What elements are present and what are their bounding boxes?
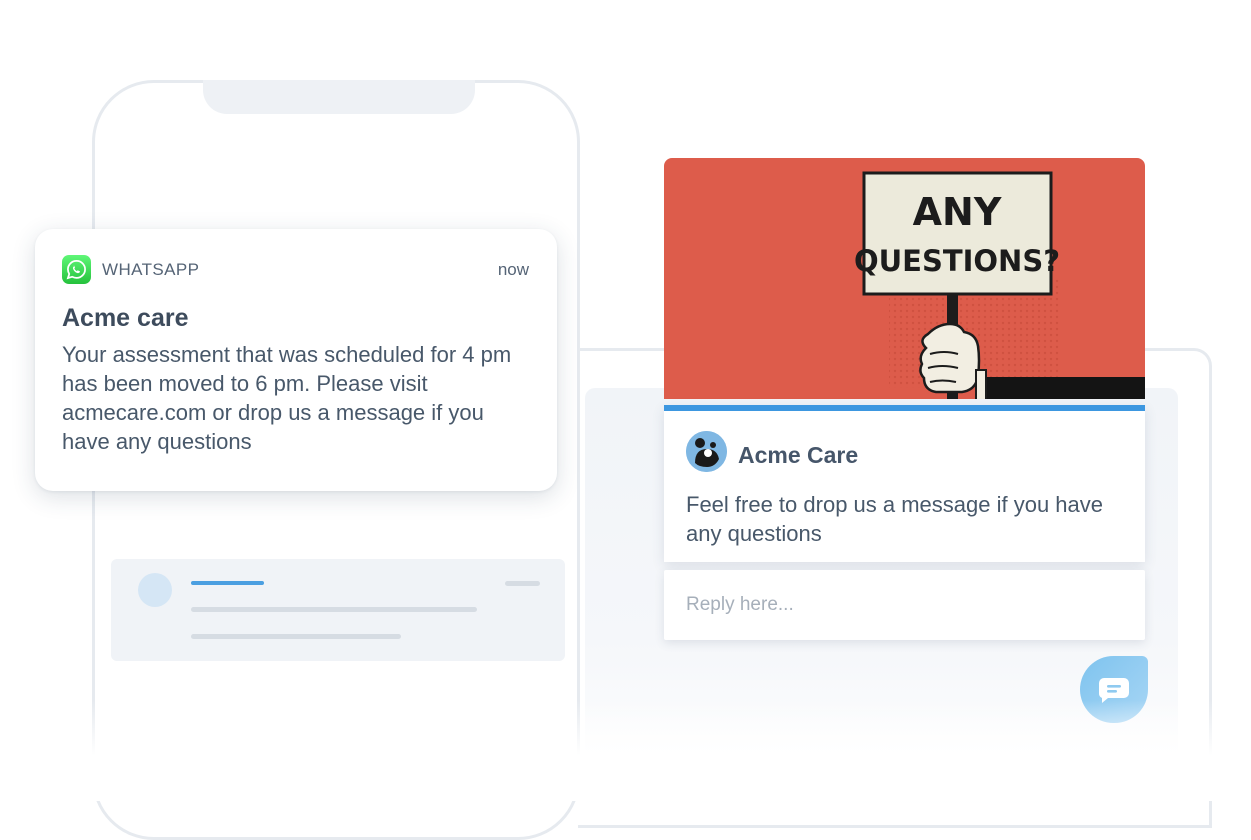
notification-body: Your assessment that was scheduled for 4… bbox=[62, 342, 512, 454]
chat-sender-name: Acme Care bbox=[738, 442, 859, 468]
placeholder-line-accent bbox=[191, 581, 264, 585]
sign-line-1: ANY bbox=[913, 190, 1002, 234]
notification-timestamp: now bbox=[497, 260, 529, 279]
any-questions-illustration: ANY QUESTIONS? bbox=[664, 158, 1145, 399]
whatsapp-icon bbox=[62, 255, 91, 284]
bottom-fade-overlay bbox=[0, 700, 1251, 801]
phone-list-placeholder bbox=[111, 559, 565, 661]
notification-title: Acme care bbox=[62, 304, 189, 332]
reply-input[interactable] bbox=[664, 570, 1145, 640]
chat-message-card: Acme Care Feel free to drop us a message… bbox=[664, 405, 1145, 562]
chat-message-text: Feel free to drop us a message if you ha… bbox=[686, 492, 1104, 546]
placeholder-avatar bbox=[138, 573, 172, 607]
sign-line-2: QUESTIONS? bbox=[854, 244, 1060, 278]
placeholder-line-short bbox=[505, 581, 540, 586]
placeholder-line-long bbox=[191, 607, 477, 612]
acme-care-avatar bbox=[686, 431, 727, 472]
phone-notch bbox=[203, 80, 475, 114]
whatsapp-notification[interactable]: WHATSAPP now Acme care Your assessment t… bbox=[35, 229, 557, 491]
placeholder-line-medium bbox=[191, 634, 401, 639]
notification-app-name: WHATSAPP bbox=[102, 260, 200, 279]
